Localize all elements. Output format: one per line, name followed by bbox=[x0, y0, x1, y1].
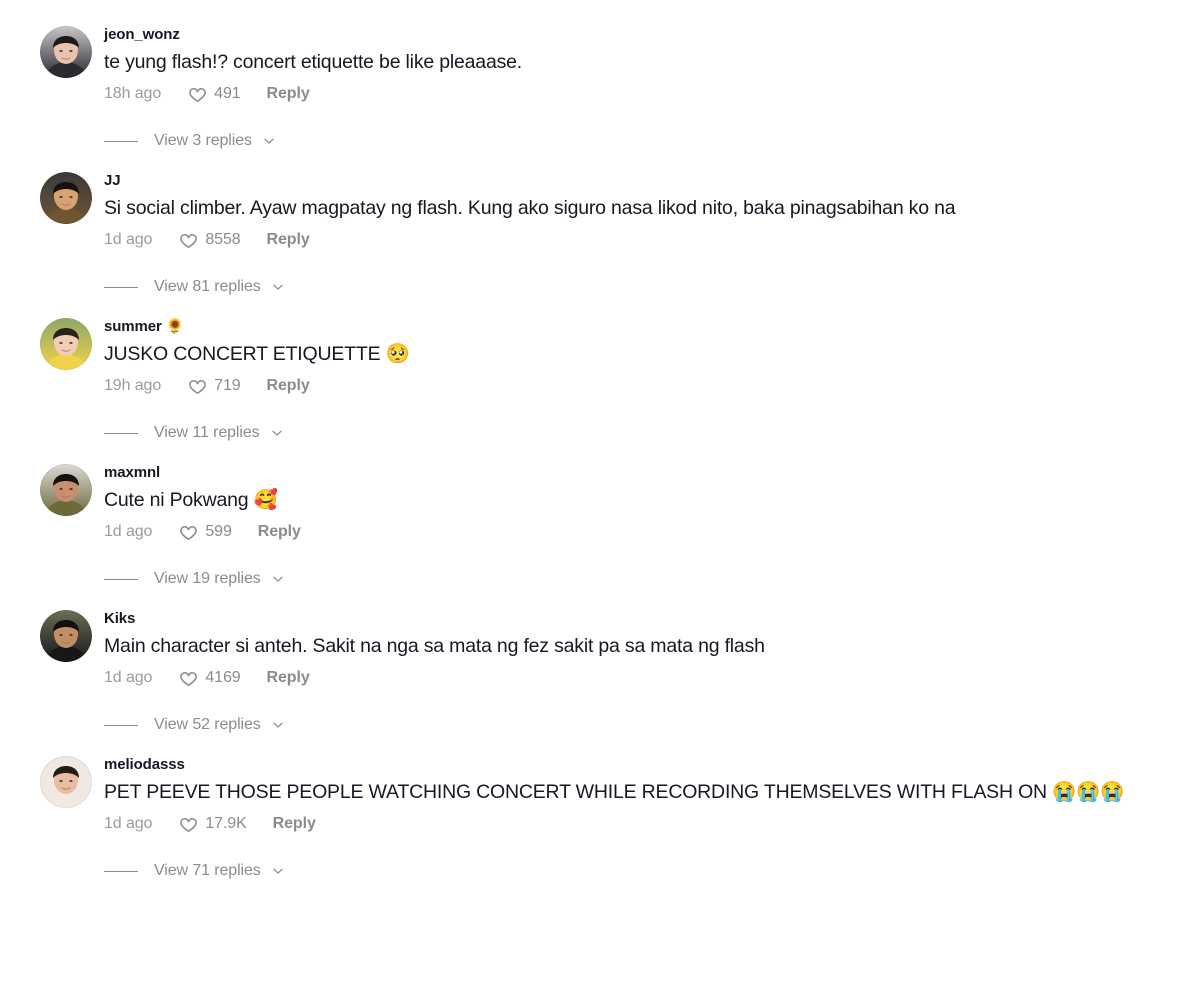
comment-text: te yung flash!? concert etiquette be lik… bbox=[104, 51, 523, 73]
comment-meta-row: 1d ago 17.9K Reply bbox=[104, 813, 1180, 835]
reply-button[interactable]: Reply bbox=[267, 229, 310, 251]
avatar-summer[interactable] bbox=[40, 318, 92, 370]
comment-meta-row: 1d ago 599 Reply bbox=[104, 521, 1180, 543]
comment-username[interactable]: jeon_wonz bbox=[104, 25, 1180, 45]
avatar-summer-wrap[interactable] bbox=[40, 318, 92, 370]
reply-thread-dash bbox=[104, 432, 138, 434]
comment-item-jj: JJ Si social climber. Ayaw magpatay ng f… bbox=[0, 170, 1200, 298]
comment-body: meliodasss PET PEEVE THOSE PEOPLE WATCHI… bbox=[104, 754, 1180, 882]
comment-timestamp: 1d ago bbox=[104, 669, 153, 686]
like-count: 491 bbox=[214, 85, 241, 102]
heart-outline-icon[interactable] bbox=[179, 669, 198, 688]
reply-thread-dash bbox=[104, 140, 138, 142]
comment-username[interactable]: JJ bbox=[104, 171, 1180, 191]
comment-username[interactable]: meliodasss bbox=[104, 755, 1180, 775]
comment-timestamp: 19h ago bbox=[104, 377, 162, 394]
avatar-kiks[interactable] bbox=[40, 610, 92, 662]
like-button[interactable]: 8558 bbox=[179, 229, 241, 251]
reply-thread-dash bbox=[104, 724, 138, 726]
view-replies-label[interactable]: View 52 replies bbox=[154, 714, 261, 736]
like-button[interactable]: 599 bbox=[179, 521, 232, 543]
comment-body: JJ Si social climber. Ayaw magpatay ng f… bbox=[104, 170, 1180, 298]
view-replies-row[interactable]: View 71 replies bbox=[104, 860, 1180, 882]
comment-body: maxmnl Cute ni Pokwang 🥰 1d ago 599 Repl… bbox=[104, 462, 1180, 590]
reply-button[interactable]: Reply bbox=[267, 667, 310, 689]
comment-body: jeon_wonz te yung flash!? concert etique… bbox=[104, 24, 1180, 152]
comment-item-jeon_wonz: jeon_wonz te yung flash!? concert etique… bbox=[0, 24, 1200, 152]
comment-username[interactable]: summer 🌻 bbox=[104, 317, 1180, 337]
like-count: 4169 bbox=[205, 669, 241, 686]
like-button[interactable]: 17.9K bbox=[179, 813, 247, 835]
comment-body: Kiks Main character si anteh. Sakit na n… bbox=[104, 608, 1180, 736]
comment-text: PET PEEVE THOSE PEOPLE WATCHING CONCERT … bbox=[104, 781, 1125, 803]
comment-meta-row: 1d ago 8558 Reply bbox=[104, 229, 1180, 251]
comment-username[interactable]: Kiks bbox=[104, 609, 1180, 629]
comment-timestamp: 1d ago bbox=[104, 231, 153, 248]
comment-item-kiks: Kiks Main character si anteh. Sakit na n… bbox=[0, 608, 1200, 736]
reply-thread-dash bbox=[104, 870, 138, 872]
comment-username[interactable]: maxmnl bbox=[104, 463, 1180, 483]
comment-meta-row: 1d ago 4169 Reply bbox=[104, 667, 1180, 689]
comment-timestamp: 1d ago bbox=[104, 523, 153, 540]
comment-meta-row: 18h ago 491 Reply bbox=[104, 83, 1180, 105]
like-count: 599 bbox=[205, 523, 232, 540]
view-replies-row[interactable]: View 3 replies bbox=[104, 130, 1180, 152]
avatar-jj-wrap[interactable] bbox=[40, 172, 92, 224]
heart-outline-icon[interactable] bbox=[179, 815, 198, 834]
avatar-meliodasss-wrap[interactable] bbox=[40, 756, 92, 808]
chevron-down-icon[interactable] bbox=[271, 572, 285, 586]
comment-item-summer: summer 🌻 JUSKO CONCERT ETIQUETTE 🥺 19h a… bbox=[0, 316, 1200, 444]
heart-outline-icon[interactable] bbox=[179, 523, 198, 542]
chevron-down-icon[interactable] bbox=[271, 718, 285, 732]
reply-button[interactable]: Reply bbox=[273, 813, 316, 835]
comment-list: jeon_wonz te yung flash!? concert etique… bbox=[0, 0, 1200, 882]
view-replies-label[interactable]: View 3 replies bbox=[154, 130, 252, 152]
comment-item-maxmnl: maxmnl Cute ni Pokwang 🥰 1d ago 599 Repl… bbox=[0, 462, 1200, 590]
avatar-meliodasss[interactable] bbox=[40, 756, 92, 808]
like-button[interactable]: 491 bbox=[188, 83, 241, 105]
chevron-down-icon[interactable] bbox=[262, 134, 276, 148]
chevron-down-icon[interactable] bbox=[271, 280, 285, 294]
comment-timestamp: 1d ago bbox=[104, 815, 153, 832]
comment-text: Main character si anteh. Sakit na nga sa… bbox=[104, 635, 765, 657]
reply-thread-dash bbox=[104, 286, 138, 288]
reply-button[interactable]: Reply bbox=[267, 375, 310, 397]
avatar-maxmnl-wrap[interactable] bbox=[40, 464, 92, 516]
avatar-jeon-wonz-wrap[interactable] bbox=[40, 26, 92, 78]
like-count: 17.9K bbox=[205, 815, 247, 832]
comment-meta-row: 19h ago 719 Reply bbox=[104, 375, 1180, 397]
heart-outline-icon[interactable] bbox=[179, 231, 198, 250]
like-button[interactable]: 4169 bbox=[179, 667, 241, 689]
view-replies-label[interactable]: View 11 replies bbox=[154, 422, 260, 444]
reply-button[interactable]: Reply bbox=[267, 83, 310, 105]
comment-text: Si social climber. Ayaw magpatay ng flas… bbox=[104, 197, 956, 219]
avatar-jj[interactable] bbox=[40, 172, 92, 224]
like-button[interactable]: 719 bbox=[188, 375, 241, 397]
heart-outline-icon[interactable] bbox=[188, 377, 207, 396]
like-count: 719 bbox=[214, 377, 241, 394]
view-replies-label[interactable]: View 71 replies bbox=[154, 860, 261, 882]
chevron-down-icon[interactable] bbox=[271, 864, 285, 878]
comment-text: Cute ni Pokwang 🥰 bbox=[104, 489, 278, 511]
avatar-maxmnl[interactable] bbox=[40, 464, 92, 516]
view-replies-row[interactable]: View 11 replies bbox=[104, 422, 1180, 444]
reply-thread-dash bbox=[104, 578, 138, 580]
view-replies-row[interactable]: View 81 replies bbox=[104, 276, 1180, 298]
view-replies-label[interactable]: View 19 replies bbox=[154, 568, 261, 590]
comment-timestamp: 18h ago bbox=[104, 85, 162, 102]
comment-text: JUSKO CONCERT ETIQUETTE 🥺 bbox=[104, 343, 410, 365]
reply-button[interactable]: Reply bbox=[258, 521, 301, 543]
view-replies-row[interactable]: View 52 replies bbox=[104, 714, 1180, 736]
avatar-jeon-wonz[interactable] bbox=[40, 26, 92, 78]
chevron-down-icon[interactable] bbox=[270, 426, 284, 440]
avatar-kiks-wrap[interactable] bbox=[40, 610, 92, 662]
view-replies-row[interactable]: View 19 replies bbox=[104, 568, 1180, 590]
view-replies-label[interactable]: View 81 replies bbox=[154, 276, 261, 298]
comment-body: summer 🌻 JUSKO CONCERT ETIQUETTE 🥺 19h a… bbox=[104, 316, 1180, 444]
heart-outline-icon[interactable] bbox=[188, 85, 207, 104]
comment-item-meliodasss: meliodasss PET PEEVE THOSE PEOPLE WATCHI… bbox=[0, 754, 1200, 882]
like-count: 8558 bbox=[205, 231, 241, 248]
